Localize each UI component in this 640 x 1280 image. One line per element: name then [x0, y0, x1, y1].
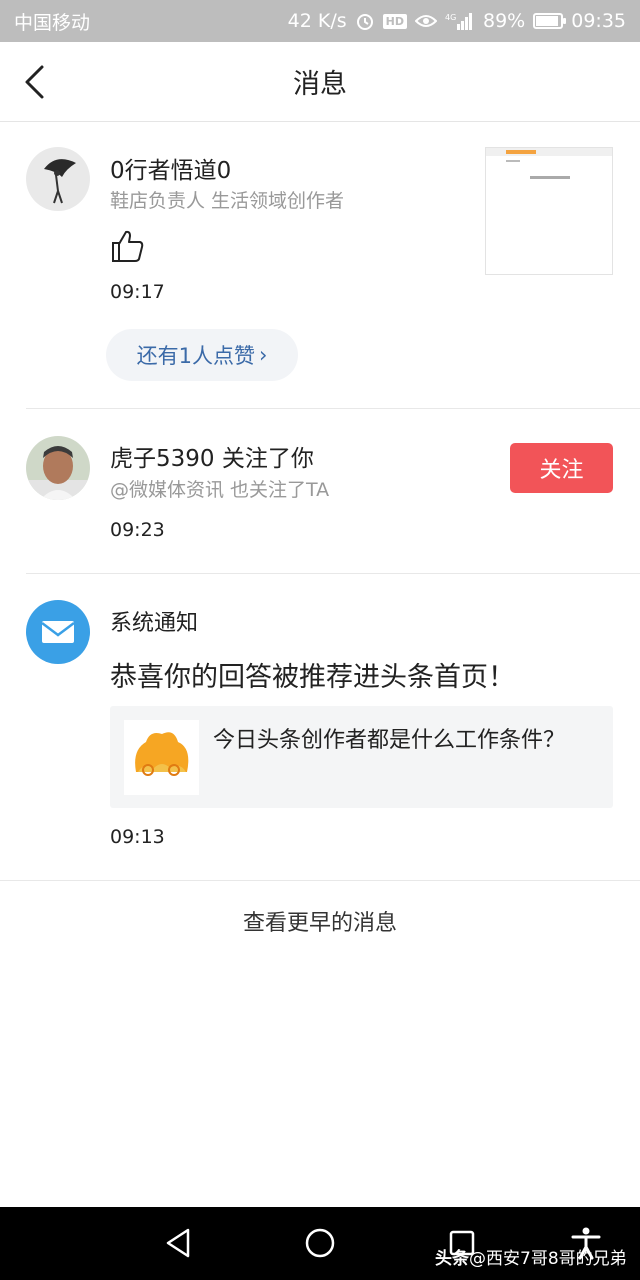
sender-name[interactable]: 0行者悟道0 [110, 151, 231, 185]
home-circle-icon[interactable] [302, 1225, 338, 1261]
divider [26, 573, 640, 574]
status-indicators: 42 K/s HD 4G 89% 09:35 [288, 10, 626, 32]
carrier-label: 中国移动 [14, 11, 91, 34]
notice-sender: 系统通知 [110, 611, 199, 636]
more-likes-label: 还有1人点赞 [136, 344, 255, 368]
network-type-label: 4G [445, 13, 456, 22]
alarm-icon [355, 11, 375, 31]
chevron-left-icon [25, 65, 44, 99]
eye-icon [415, 13, 437, 29]
notice-article-card[interactable]: 今日头条创作者都是什么工作条件？ [110, 706, 613, 808]
article-thumbnail [124, 720, 199, 795]
more-likes-button[interactable]: 还有1人点赞 › [106, 329, 298, 381]
back-triangle-icon[interactable] [160, 1225, 196, 1261]
watermark-brand: 头条 [435, 1249, 469, 1269]
hd-icon: HD [382, 13, 407, 29]
back-button[interactable] [22, 62, 62, 102]
message-time: 09:17 [110, 281, 165, 303]
divider [0, 880, 640, 881]
follow-title[interactable]: 虎子5390 关注了你 [110, 439, 314, 473]
watermark-handle: @西安7哥8哥的兄弟 [469, 1249, 627, 1269]
avatar[interactable] [26, 436, 90, 500]
follow-subtitle[interactable]: @微媒体资讯 也关注了TA [110, 475, 329, 502]
mail-icon [26, 600, 90, 664]
sender-subtitle: 鞋店负责人 生活领域创作者 [110, 190, 345, 212]
message-time: 09:13 [110, 826, 165, 848]
divider [26, 408, 640, 409]
header: 消息 [0, 42, 640, 122]
liked-content-thumbnail[interactable] [485, 147, 613, 275]
notice-title: 恭喜你的回答被推荐进头条首页！ [110, 662, 515, 693]
network-speed: 42 K/s [287, 10, 347, 32]
message-time: 09:23 [110, 519, 165, 541]
article-title[interactable]: 今日头条创作者都是什么工作条件？ [213, 724, 593, 757]
battery-percent: 89% [483, 10, 526, 32]
view-earlier-link[interactable]: 查看更早的消息 [0, 905, 640, 937]
thumbs-up-icon [110, 228, 146, 268]
watermark: 头条@西安7哥8哥的兄弟 [435, 1244, 627, 1269]
clock: 09:35 [571, 10, 626, 32]
status-bar: 中国移动 42 K/s HD 4G 89% 09:35 [0, 0, 640, 42]
page-title: 消息 [293, 69, 347, 100]
chevron-right-icon: › [258, 343, 268, 367]
follow-button[interactable]: 关注 [510, 443, 613, 493]
signal-icon: 4G [445, 12, 475, 30]
battery-icon [533, 13, 567, 29]
screen: 中国移动 42 K/s HD 4G 89% 09:35 消息 0行者悟道0 鞋店… [0, 0, 640, 1280]
avatar[interactable] [26, 147, 90, 211]
